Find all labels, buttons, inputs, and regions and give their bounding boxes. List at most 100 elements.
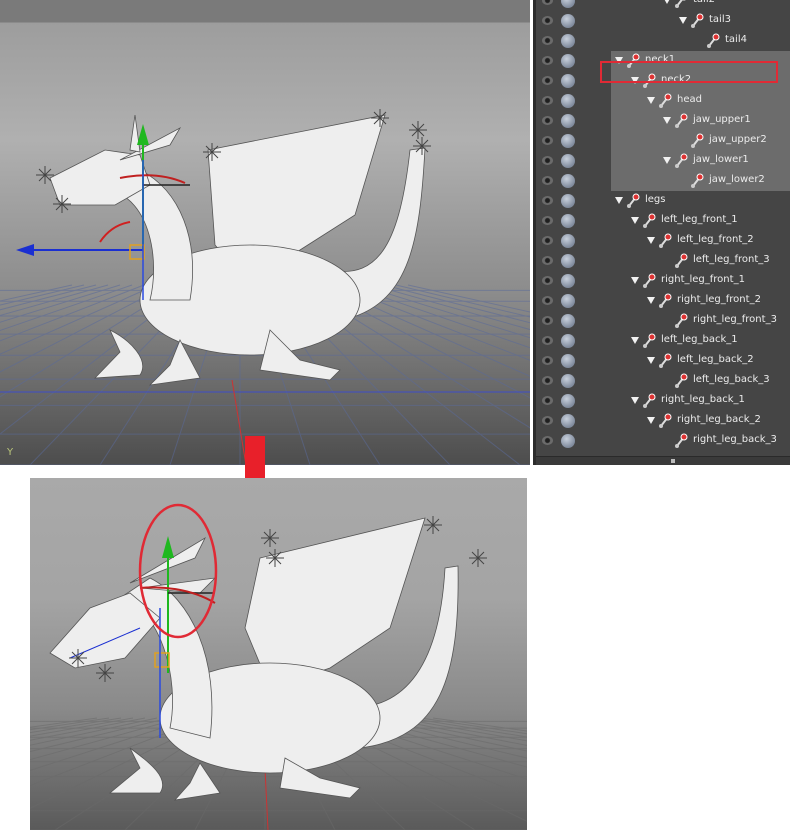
outliner-row-left_leg_back_1[interactable]: left_leg_back_1: [536, 331, 790, 351]
outliner-row-left_leg_front_1[interactable]: left_leg_front_1: [536, 211, 790, 231]
axis-label: Y: [7, 447, 14, 458]
expand-triangle-icon[interactable]: [631, 337, 639, 344]
visibility-eye-icon[interactable]: [542, 276, 553, 285]
visibility-eye-icon[interactable]: [542, 256, 553, 265]
sphere-icon[interactable]: [561, 354, 575, 368]
outliner-row-jaw_lower2[interactable]: jaw_lower2: [536, 171, 790, 191]
sphere-icon[interactable]: [561, 54, 575, 68]
expand-triangle-icon[interactable]: [615, 197, 623, 204]
outliner-row-left_leg_front_2[interactable]: left_leg_front_2: [536, 231, 790, 251]
outliner-row-jaw_upper2[interactable]: jaw_upper2: [536, 131, 790, 151]
sphere-icon[interactable]: [561, 114, 575, 128]
outliner-row-right_leg_back_2[interactable]: right_leg_back_2: [536, 411, 790, 431]
joint-icon: [675, 253, 688, 268]
visibility-eye-icon[interactable]: [542, 376, 553, 385]
visibility-eye-icon[interactable]: [542, 16, 553, 25]
joint-icon: [643, 213, 656, 228]
expand-triangle-icon[interactable]: [679, 17, 687, 24]
expand-triangle-icon[interactable]: [647, 297, 655, 304]
outliner-row-legs[interactable]: legs: [536, 191, 790, 211]
outliner-row-tail2[interactable]: tail2: [536, 0, 790, 11]
visibility-eye-icon[interactable]: [542, 96, 553, 105]
expand-triangle-icon[interactable]: [647, 237, 655, 244]
sphere-icon[interactable]: [561, 274, 575, 288]
sphere-icon[interactable]: [561, 414, 575, 428]
sphere-icon[interactable]: [561, 234, 575, 248]
outliner-row-right_leg_front_2[interactable]: right_leg_front_2: [536, 291, 790, 311]
visibility-eye-icon[interactable]: [542, 236, 553, 245]
outliner-row-tail4[interactable]: tail4: [536, 31, 790, 51]
visibility-eye-icon[interactable]: [542, 116, 553, 125]
outliner-row-right_leg_back_3[interactable]: right_leg_back_3: [536, 431, 790, 451]
visibility-eye-icon[interactable]: [542, 56, 553, 65]
sphere-icon[interactable]: [561, 174, 575, 188]
outliner-row-right_leg_back_1[interactable]: right_leg_back_1: [536, 391, 790, 411]
visibility-eye-icon[interactable]: [542, 216, 553, 225]
visibility-eye-icon[interactable]: [542, 396, 553, 405]
sphere-icon[interactable]: [561, 394, 575, 408]
outliner-row-label: jaw_lower2: [709, 174, 765, 185]
sphere-icon[interactable]: [561, 74, 575, 88]
sphere-icon[interactable]: [561, 194, 575, 208]
visibility-eye-icon[interactable]: [542, 136, 553, 145]
sphere-icon[interactable]: [561, 0, 575, 8]
sphere-icon[interactable]: [561, 154, 575, 168]
outliner-row-head[interactable]: head: [536, 91, 790, 111]
joint-icon: [691, 13, 704, 28]
visibility-eye-icon[interactable]: [542, 336, 553, 345]
outliner-row-label: right_leg_front_1: [661, 274, 745, 285]
viewport-before[interactable]: Y: [0, 0, 530, 465]
visibility-eye-icon[interactable]: [542, 436, 553, 445]
joint-icon: [659, 233, 672, 248]
visibility-eye-icon[interactable]: [542, 356, 553, 365]
expand-triangle-icon[interactable]: [631, 217, 639, 224]
viewport-after[interactable]: [30, 478, 527, 830]
outliner-row-jaw_upper1[interactable]: jaw_upper1: [536, 111, 790, 131]
visibility-eye-icon[interactable]: [542, 0, 553, 5]
expand-triangle-icon[interactable]: [631, 277, 639, 284]
sphere-icon[interactable]: [561, 374, 575, 388]
expand-triangle-icon[interactable]: [631, 397, 639, 404]
joint-icon: [675, 0, 686, 8]
joint-icon: [691, 133, 704, 148]
expand-triangle-icon[interactable]: [647, 417, 655, 424]
neck1-highlight-box: [600, 61, 778, 83]
visibility-eye-icon[interactable]: [542, 196, 553, 205]
outliner-row-label: tail4: [725, 34, 747, 45]
outliner-row-right_leg_front_3[interactable]: right_leg_front_3: [536, 311, 790, 331]
sphere-icon[interactable]: [561, 314, 575, 328]
joint-icon: [643, 333, 656, 348]
sphere-icon[interactable]: [561, 294, 575, 308]
visibility-eye-icon[interactable]: [542, 176, 553, 185]
sphere-icon[interactable]: [561, 14, 575, 28]
outliner-row-left_leg_back_2[interactable]: left_leg_back_2: [536, 351, 790, 371]
outliner-row-label: left_leg_back_2: [677, 354, 754, 365]
expand-triangle-icon[interactable]: [647, 97, 655, 104]
joint-icon: [659, 413, 672, 428]
visibility-eye-icon[interactable]: [542, 36, 553, 45]
expand-triangle-icon[interactable]: [663, 0, 671, 4]
visibility-eye-icon[interactable]: [542, 296, 553, 305]
outliner-row-left_leg_back_3[interactable]: left_leg_back_3: [536, 371, 790, 391]
outliner-row-right_leg_front_1[interactable]: right_leg_front_1: [536, 271, 790, 291]
sphere-icon[interactable]: [561, 34, 575, 48]
visibility-eye-icon[interactable]: [542, 76, 553, 85]
visibility-eye-icon[interactable]: [542, 316, 553, 325]
outliner-row-left_leg_front_3[interactable]: left_leg_front_3: [536, 251, 790, 271]
joint-icon: [675, 153, 688, 168]
outliner-row-tail3[interactable]: tail3: [536, 11, 790, 31]
sphere-icon[interactable]: [561, 94, 575, 108]
expand-triangle-icon[interactable]: [647, 357, 655, 364]
sphere-icon[interactable]: [561, 254, 575, 268]
visibility-eye-icon[interactable]: [542, 416, 553, 425]
sphere-icon[interactable]: [561, 434, 575, 448]
outliner-row-jaw_lower1[interactable]: jaw_lower1: [536, 151, 790, 171]
expand-triangle-icon[interactable]: [663, 117, 671, 124]
sphere-icon[interactable]: [561, 214, 575, 228]
outliner-row-label: left_leg_front_1: [661, 214, 738, 225]
expand-triangle-icon[interactable]: [663, 157, 671, 164]
sphere-icon[interactable]: [561, 334, 575, 348]
visibility-eye-icon[interactable]: [542, 156, 553, 165]
outliner-row-label: jaw_upper2: [709, 134, 767, 145]
sphere-icon[interactable]: [561, 134, 575, 148]
